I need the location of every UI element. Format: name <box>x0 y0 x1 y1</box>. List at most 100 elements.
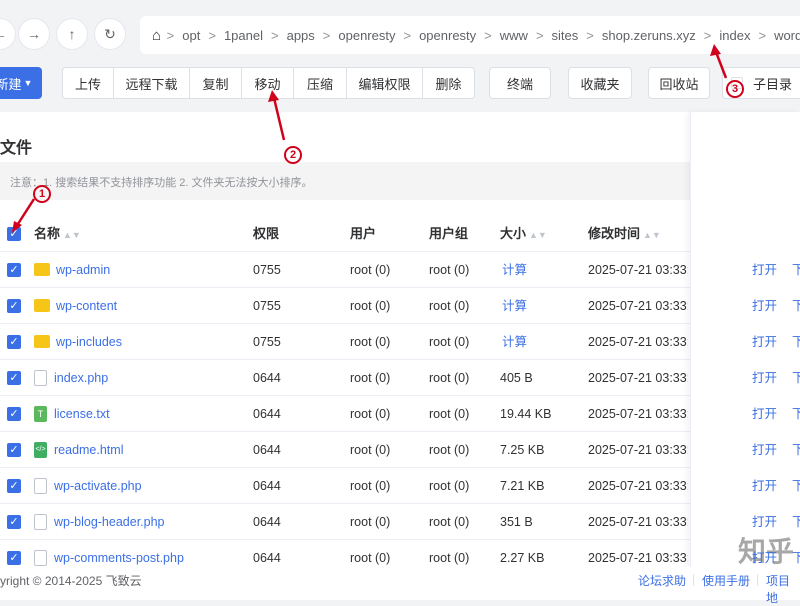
terminal-button[interactable]: 终端 <box>489 67 551 99</box>
file-name-cell[interactable]: wp-blog-header.php <box>34 504 165 540</box>
file-name-cell[interactable]: Tlicense.txt <box>34 396 110 432</box>
open-link[interactable]: 打开 <box>752 540 777 576</box>
permission-cell[interactable]: 0755 <box>253 288 281 324</box>
permission-cell[interactable]: 0644 <box>253 396 281 432</box>
download-link[interactable]: 下 <box>792 432 800 468</box>
table-row[interactable]: ✓ wp-activate.php 0644 root (0) root (0) 7.21… <box>0 468 800 504</box>
open-link[interactable]: 打开 <box>752 288 777 324</box>
file-name[interactable]: wp-admin <box>56 263 110 277</box>
permission-cell[interactable]: 0644 <box>253 432 281 468</box>
open-link[interactable]: 打开 <box>752 360 777 396</box>
row-checkbox[interactable]: ✓ <box>7 407 21 421</box>
header-name[interactable]: 名称 ▲▼ <box>34 216 81 252</box>
file-name-cell[interactable]: wp-activate.php <box>34 468 142 504</box>
group-cell[interactable]: root (0) <box>429 324 469 360</box>
download-link[interactable]: 下 <box>792 288 800 324</box>
table-row[interactable]: ✓ wp-includes 0755 root (0) root (0) 计算 2025-0… <box>0 324 800 360</box>
group-cell[interactable]: root (0) <box>429 360 469 396</box>
user-cell[interactable]: root (0) <box>350 468 390 504</box>
open-link[interactable]: 打开 <box>752 504 777 540</box>
permission-cell[interactable]: 0755 <box>253 324 281 360</box>
manual-link[interactable]: 使用手册 <box>702 572 750 589</box>
row-checkbox[interactable]: ✓ <box>7 263 21 277</box>
recycle-bin-button[interactable]: 回收站 <box>648 67 710 99</box>
table-row[interactable]: ✓ wp-content 0755 root (0) root (0) 计算 2025-07… <box>0 288 800 324</box>
file-name[interactable]: readme.html <box>54 443 123 457</box>
table-row[interactable]: ✓ Tlicense.txt 0644 root (0) root (0) 19.44 K… <box>0 396 800 432</box>
row-checkbox[interactable]: ✓ <box>7 479 21 493</box>
row-checkbox[interactable]: ✓ <box>7 443 21 457</box>
file-name-cell[interactable]: wp-content <box>34 288 117 324</box>
file-name[interactable]: wp-activate.php <box>54 479 142 493</box>
size-cell[interactable]: 计算 <box>502 324 527 360</box>
upload-button[interactable]: 上传 <box>62 67 114 99</box>
header-modified[interactable]: 修改时间 ▲▼ <box>588 216 661 252</box>
breadcrumb-item[interactable]: shop.zeruns.xyz <box>602 28 696 43</box>
breadcrumb-item[interactable]: openresty <box>419 28 476 43</box>
user-cell[interactable]: root (0) <box>350 504 390 540</box>
compress-button[interactable]: 压缩 <box>293 67 347 99</box>
user-cell[interactable]: root (0) <box>350 396 390 432</box>
group-cell[interactable]: root (0) <box>429 252 469 288</box>
row-checkbox[interactable]: ✓ <box>7 299 21 313</box>
delete-button[interactable]: 删除 <box>422 67 475 99</box>
user-cell[interactable]: root (0) <box>350 252 390 288</box>
permission-cell[interactable]: 0644 <box>253 360 281 396</box>
user-cell[interactable]: root (0) <box>350 288 390 324</box>
breadcrumb-item[interactable]: apps <box>287 28 315 43</box>
row-checkbox[interactable]: ✓ <box>7 371 21 385</box>
group-cell[interactable]: root (0) <box>429 468 469 504</box>
table-row[interactable]: ✓ </> readme.html 0644 root (0) root (0) 7.25 … <box>0 432 800 468</box>
copy-button[interactable]: 复制 <box>189 67 242 99</box>
group-cell[interactable]: root (0) <box>429 396 469 432</box>
group-cell[interactable]: root (0) <box>429 432 469 468</box>
header-size[interactable]: 大小 ▲▼ <box>500 216 547 252</box>
download-link[interactable]: 下 <box>792 396 800 432</box>
refresh-button[interactable]: ↻ <box>94 18 126 50</box>
create-button[interactable]: 新建 ▼ <box>0 67 42 99</box>
group-cell[interactable]: root (0) <box>429 504 469 540</box>
user-cell[interactable]: root (0) <box>350 324 390 360</box>
breadcrumb-item[interactable]: opt <box>182 28 200 43</box>
home-icon[interactable]: ⌂ <box>152 27 161 44</box>
permission-cell[interactable]: 0755 <box>253 252 281 288</box>
file-name[interactable]: wp-blog-header.php <box>54 515 165 529</box>
row-checkbox[interactable]: ✓ <box>7 515 21 529</box>
open-link[interactable]: 打开 <box>752 432 777 468</box>
open-link[interactable]: 打开 <box>752 324 777 360</box>
open-link[interactable]: 打开 <box>752 252 777 288</box>
back-button[interactable]: ← <box>0 18 16 50</box>
file-name[interactable]: wp-comments-post.php <box>54 551 184 565</box>
file-name-cell[interactable]: wp-admin <box>34 252 110 288</box>
breadcrumb-item[interactable]: wordpress <box>774 28 800 43</box>
file-name[interactable]: wp-includes <box>56 335 122 349</box>
file-name-cell[interactable]: wp-includes <box>34 324 122 360</box>
remote-download-button[interactable]: 远程下载 <box>113 67 190 99</box>
open-link[interactable]: 打开 <box>752 468 777 504</box>
row-checkbox[interactable]: ✓ <box>7 335 21 349</box>
permission-cell[interactable]: 0644 <box>253 504 281 540</box>
file-name-cell[interactable]: index.php <box>34 360 108 396</box>
user-cell[interactable]: root (0) <box>350 360 390 396</box>
table-row[interactable]: ✓ index.php 0644 root (0) root (0) 405 B 2025-… <box>0 360 800 396</box>
breadcrumb-item[interactable]: 1panel <box>224 28 263 43</box>
download-link[interactable]: 下 <box>792 324 800 360</box>
open-link[interactable]: 打开 <box>752 396 777 432</box>
forum-link[interactable]: 论坛求助 <box>638 572 686 589</box>
file-name-cell[interactable]: </> readme.html <box>34 432 123 468</box>
download-link[interactable]: 下 <box>792 540 800 576</box>
download-link[interactable]: 下 <box>792 504 800 540</box>
download-link[interactable]: 下 <box>792 252 800 288</box>
size-cell[interactable]: 计算 <box>502 288 527 324</box>
up-button[interactable]: ↑ <box>56 18 88 50</box>
file-name[interactable]: wp-content <box>56 299 117 313</box>
row-checkbox[interactable]: ✓ <box>7 551 21 565</box>
permission-cell[interactable]: 0644 <box>253 468 281 504</box>
size-cell[interactable]: 计算 <box>502 252 527 288</box>
file-name[interactable]: index.php <box>54 371 108 385</box>
group-cell[interactable]: root (0) <box>429 288 469 324</box>
breadcrumb-item[interactable]: index <box>719 28 750 43</box>
table-row[interactable]: ✓ wp-blog-header.php 0644 root (0) root (0) 3… <box>0 504 800 540</box>
forward-button[interactable]: → <box>18 18 50 50</box>
user-cell[interactable]: root (0) <box>350 432 390 468</box>
